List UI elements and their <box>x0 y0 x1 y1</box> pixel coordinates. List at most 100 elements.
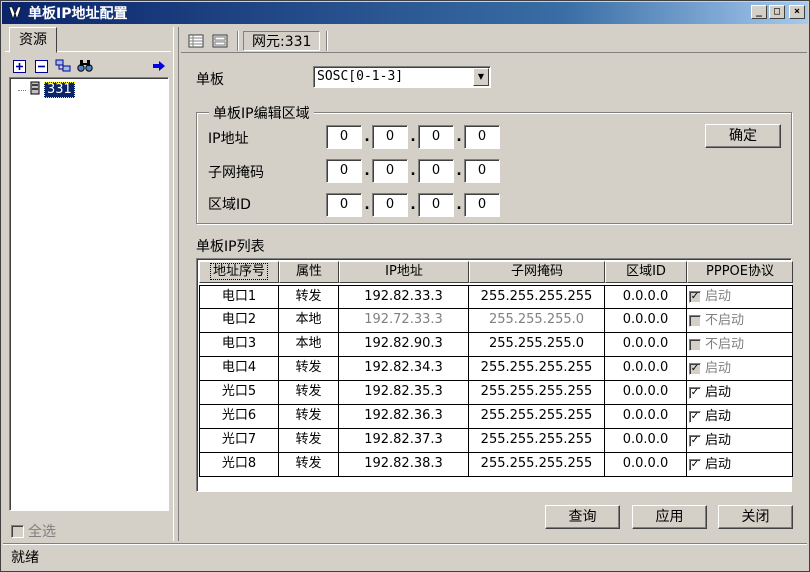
cell-mask: 255.255.255.0 <box>469 333 605 357</box>
pppoe-checkbox[interactable]: ✓ 启动 <box>687 285 793 309</box>
cell-port: 光口7 <box>199 429 279 453</box>
query-button[interactable]: 查询 <box>545 505 620 529</box>
cell-ip: 192.82.34.3 <box>339 357 469 381</box>
cell-ip: 192.72.33.3 <box>339 309 469 333</box>
maximize-button[interactable]: □ <box>769 5 785 19</box>
area-octet-2[interactable]: 0 <box>372 193 408 217</box>
table-header: 地址序号 属性 IP地址 子网掩码 区域ID PPPOE协议 <box>199 261 793 283</box>
mask-octet-2[interactable]: 0 <box>372 159 408 183</box>
cell-area: 0.0.0.0 <box>605 405 687 429</box>
table-view-icon[interactable] <box>187 33 205 49</box>
minimize-button[interactable]: _ <box>751 5 767 19</box>
ip-octet-1[interactable]: 0 <box>326 125 362 149</box>
cell-ip: 192.82.35.3 <box>339 381 469 405</box>
mask-octet-1[interactable]: 0 <box>326 159 362 183</box>
cell-attr: 转发 <box>279 357 339 381</box>
cell-port: 电口3 <box>199 333 279 357</box>
column-header-label: 区域ID <box>626 264 666 279</box>
cell-port: 电口1 <box>199 285 279 309</box>
cell-attr: 转发 <box>279 285 339 309</box>
expand-all-icon[interactable] <box>11 58 27 74</box>
ip-octet-2[interactable]: 0 <box>372 125 408 149</box>
resource-tree[interactable]: 331 <box>9 77 169 511</box>
pppoe-label: 启动 <box>705 408 732 424</box>
window-title: 单板IP地址配置 <box>28 6 128 22</box>
checkbox-box: ✓ <box>689 458 701 471</box>
confirm-button[interactable]: 确定 <box>705 124 781 148</box>
apply-button[interactable]: 应用 <box>632 505 707 529</box>
chevron-down-icon[interactable]: ▼ <box>473 68 489 86</box>
pppoe-checkbox[interactable]: 不启动 <box>687 309 793 333</box>
pppoe-label: 启动 <box>705 289 732 304</box>
close-button[interactable]: 关闭 <box>718 505 793 529</box>
subnet-mask-input[interactable]: 0. 0. 0. 0 <box>326 159 500 183</box>
column-header-pppoe[interactable]: PPPOE协议 <box>687 261 793 283</box>
close-window-button[interactable]: × <box>789 5 805 19</box>
pppoe-checkbox[interactable]: ✓ 启动 <box>687 405 793 429</box>
cell-area: 0.0.0.0 <box>605 429 687 453</box>
pppoe-label: 启动 <box>705 384 732 400</box>
ip-address-input[interactable]: 0. 0. 0. 0 <box>326 125 500 149</box>
ne-device-icon <box>29 81 41 99</box>
board-label: 单板 <box>196 72 224 88</box>
pppoe-checkbox[interactable]: ✓ 启动 <box>687 453 793 477</box>
column-header-mask[interactable]: 子网掩码 <box>469 261 605 283</box>
area-id-input[interactable]: 0. 0. 0. 0 <box>326 193 500 217</box>
column-header-area[interactable]: 区域ID <box>605 261 687 283</box>
column-header-label: 子网掩码 <box>510 264 563 279</box>
tree-node[interactable]: 331 <box>18 81 75 99</box>
cell-mask: 255.255.255.255 <box>469 357 605 381</box>
pppoe-checkbox[interactable]: ✓ 启动 <box>687 381 793 405</box>
cell-attr: 本地 <box>279 333 339 357</box>
collapse-all-icon[interactable] <box>33 58 49 74</box>
tab-resources[interactable]: 资源 <box>9 27 57 53</box>
table-row[interactable]: 光口5 转发 192.82.35.3 255.255.255.255 0.0.0.0 ✓ 启… <box>199 381 793 405</box>
pppoe-checkbox[interactable]: 不启动 <box>687 333 793 357</box>
ip-octet-4[interactable]: 0 <box>464 125 500 149</box>
area-octet-4[interactable]: 0 <box>464 193 500 217</box>
column-header-port[interactable]: 地址序号 <box>199 261 279 283</box>
table-row[interactable]: 光口8 转发 192.82.38.3 255.255.255.255 0.0.0.0 ✓ 启… <box>199 453 793 477</box>
pppoe-checkbox[interactable]: ✓ 启动 <box>687 429 793 453</box>
checkbox-box <box>689 338 701 351</box>
select-all-checkbox[interactable]: 全选 <box>11 521 56 541</box>
mask-octet-4[interactable]: 0 <box>464 159 500 183</box>
table-body: 电口1 转发 192.82.33.3 255.255.255.255 0.0.0.0 ✓ 启… <box>199 285 793 477</box>
cell-mask: 255.255.255.255 <box>469 381 605 405</box>
mask-octet-3[interactable]: 0 <box>418 159 454 183</box>
area-octet-3[interactable]: 0 <box>418 193 454 217</box>
area-label: 区域ID <box>208 197 251 213</box>
column-header-label: 属性 <box>295 264 322 279</box>
board-select[interactable]: SOSC[0-1-3] ▼ <box>313 66 491 88</box>
cell-mask: 255.255.255.0 <box>469 309 605 333</box>
cell-port: 光口6 <box>199 405 279 429</box>
column-header-label: 地址序号 <box>209 263 268 280</box>
pppoe-checkbox[interactable]: ✓ 启动 <box>687 357 793 381</box>
tree-node-label: 331 <box>44 82 75 98</box>
app-icon <box>6 4 24 22</box>
area-octet-1[interactable]: 0 <box>326 193 362 217</box>
column-header-attr[interactable]: 属性 <box>279 261 339 283</box>
column-header-label: IP地址 <box>385 264 423 279</box>
ip-octet-3[interactable]: 0 <box>418 125 454 149</box>
cell-attr: 转发 <box>279 429 339 453</box>
table-row[interactable]: 电口3 本地 192.82.90.3 255.255.255.0 0.0.0.0 不启动 <box>199 333 793 357</box>
table-row[interactable]: 光口6 转发 192.82.36.3 255.255.255.255 0.0.0.0 ✓ 启… <box>199 405 793 429</box>
table-row[interactable]: 电口2 本地 192.72.33.3 255.255.255.0 0.0.0.0 不启动 <box>199 309 793 333</box>
network-icon[interactable] <box>55 58 71 74</box>
find-icon[interactable] <box>77 58 93 74</box>
form-view-icon[interactable] <box>211 33 229 49</box>
table-row[interactable]: 电口4 转发 192.82.34.3 255.255.255.255 0.0.0.0 ✓ 启… <box>199 357 793 381</box>
cell-area: 0.0.0.0 <box>605 357 687 381</box>
title-bar[interactable]: 单板IP地址配置 _ □ × <box>2 2 808 24</box>
main-window: 单板IP地址配置 _ □ × 资源 331 全选 网元:331 单板 SOSC[… <box>0 0 810 572</box>
cell-mask: 255.255.255.255 <box>469 285 605 309</box>
table-row[interactable]: 电口1 转发 192.82.33.3 255.255.255.255 0.0.0.0 ✓ 启… <box>199 285 793 309</box>
panel-splitter[interactable] <box>173 27 179 541</box>
cell-attr: 转发 <box>279 453 339 477</box>
arrow-right-icon[interactable] <box>151 58 167 74</box>
cell-ip: 192.82.36.3 <box>339 405 469 429</box>
column-header-ip[interactable]: IP地址 <box>339 261 469 283</box>
table-row[interactable]: 光口7 转发 192.82.37.3 255.255.255.255 0.0.0.0 ✓ 启… <box>199 429 793 453</box>
ip-list-table[interactable]: 地址序号 属性 IP地址 子网掩码 区域ID PPPOE协议 电口1 转发 192.82.33… <box>196 258 793 492</box>
